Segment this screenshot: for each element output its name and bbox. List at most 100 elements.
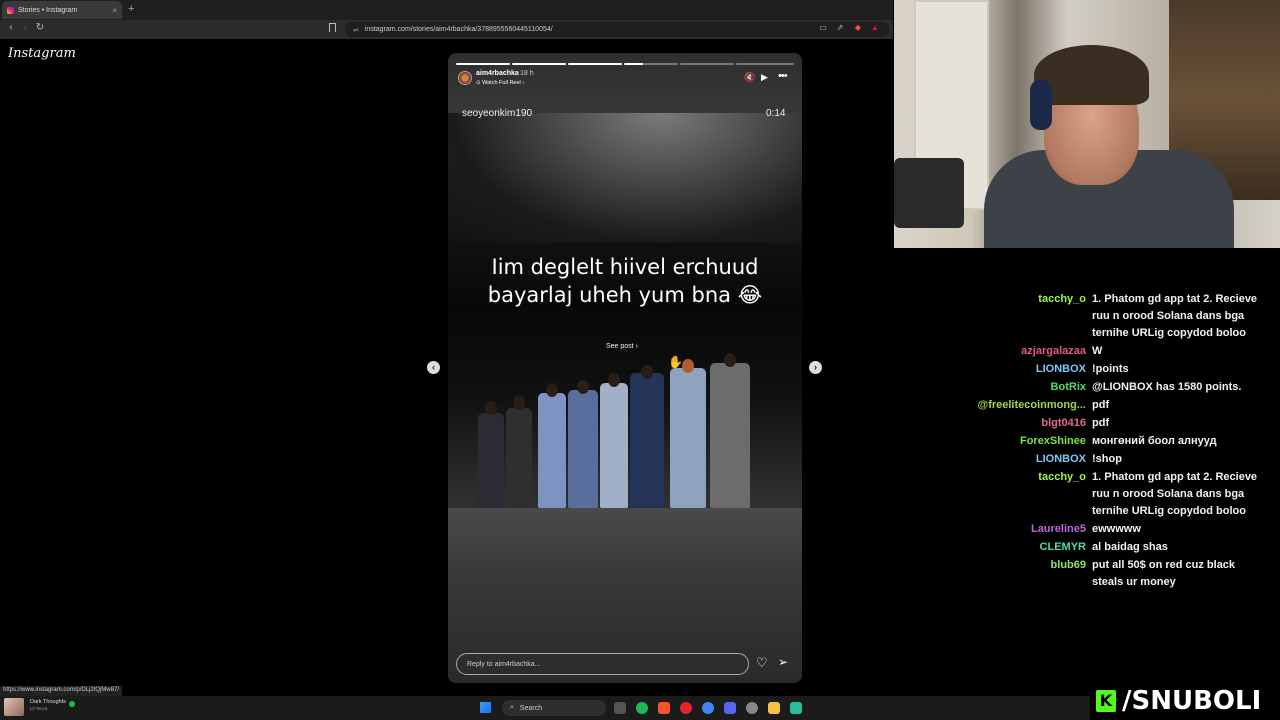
watch-full-reel-label: Watch Full Reel bbox=[482, 80, 521, 86]
story-caption: Iim deglelt hiivel erchuud bayarlaj uheh… bbox=[468, 253, 782, 309]
tab-bar: Stories • Instagram × + bbox=[0, 0, 893, 20]
video-duration: 0:14 bbox=[766, 108, 786, 119]
chat-message: azjargalazaa W bbox=[960, 343, 1260, 360]
previous-story-button[interactable]: ‹ bbox=[427, 361, 440, 374]
heart-icon[interactable]: ♡ bbox=[756, 655, 768, 671]
brand-name: /SNUBOLI bbox=[1122, 686, 1262, 716]
file-explorer-icon[interactable] bbox=[768, 702, 780, 714]
chat-username: CLEMYR bbox=[1039, 541, 1086, 553]
chat-message: BotRix @LIONBOX has 1580 points. bbox=[960, 379, 1260, 396]
watch-full-reel-link[interactable]: ⊙ Watch Full Reel › bbox=[476, 80, 524, 86]
chat-text: pdf bbox=[1092, 399, 1110, 411]
brave-shield-icon[interactable]: ◆ bbox=[853, 23, 863, 33]
discord-icon[interactable] bbox=[724, 702, 736, 714]
back-arrow-icon[interactable]: ‹ bbox=[4, 22, 18, 33]
tab-title: Stories • Instagram bbox=[18, 6, 78, 14]
caption-line-2: bayarlaj uheh yum bna 😂 bbox=[487, 283, 763, 307]
chat-message: CLEMYR al baidag shas bbox=[960, 539, 1260, 556]
spotify-icon[interactable] bbox=[636, 702, 648, 714]
story-time: 18 h bbox=[520, 70, 534, 77]
chat-text: 1. Phatom gd app tat 2. Recieve ruu n or… bbox=[1092, 471, 1258, 517]
stream-chat: tacchy_o 1. Phatom gd app tat 2. Recieve … bbox=[960, 291, 1260, 592]
chat-text: pdf bbox=[1092, 417, 1110, 429]
story-progress-current bbox=[624, 63, 678, 65]
chat-username: @freelitecoinmong... bbox=[977, 399, 1086, 411]
opera-icon[interactable] bbox=[680, 702, 692, 714]
play-icon[interactable]: ▶ bbox=[761, 72, 768, 83]
chat-message: blgt0416 pdf bbox=[960, 415, 1260, 432]
channel-brand: K /SNUBOLI bbox=[1090, 682, 1280, 720]
chat-message: blub69 put all 50$ on red cuz black steal… bbox=[960, 557, 1260, 591]
chat-message: tacchy_o 1. Phatom gd app tat 2. Recieve … bbox=[960, 469, 1260, 520]
site-settings-icon[interactable]: ⇌ bbox=[353, 26, 359, 34]
reload-icon[interactable]: ↻ bbox=[33, 22, 47, 33]
chat-text: al baidag shas bbox=[1092, 541, 1168, 553]
chat-message: tacchy_o 1. Phatom gd app tat 2. Recieve … bbox=[960, 291, 1260, 342]
chat-message: LIONBOX !shop bbox=[960, 451, 1260, 468]
search-label: Search bbox=[519, 704, 543, 712]
now-playing-artist: Lil Tecca bbox=[30, 706, 48, 711]
chat-text: @LIONBOX has 1580 points. bbox=[1092, 381, 1242, 393]
webcam-feed bbox=[894, 0, 1280, 248]
reply-input[interactable]: Reply to aim4rbachka... bbox=[456, 653, 749, 675]
story-progress-segment bbox=[512, 63, 566, 65]
chat-text: ewwwww bbox=[1092, 523, 1141, 535]
chat-message: LIONBOX !points bbox=[960, 361, 1260, 378]
bookmark-icon[interactable] bbox=[329, 23, 336, 32]
stadium-roof bbox=[448, 113, 802, 243]
story-viewer[interactable]: aim4rbachka 18 h ⊙ Watch Full Reel › 🔇 ▶… bbox=[448, 53, 802, 683]
address-bar[interactable]: ⇌ instagram.com/stories/aim4rbachka/3788… bbox=[345, 22, 890, 37]
chat-message: Laureline5 ewwwww bbox=[960, 521, 1260, 538]
next-story-button[interactable]: › bbox=[809, 361, 822, 374]
send-icon[interactable]: ➢ bbox=[778, 655, 788, 669]
chat-text: W bbox=[1092, 345, 1103, 357]
see-post-link[interactable]: See post › bbox=[606, 343, 638, 350]
task-view-icon[interactable] bbox=[614, 702, 626, 714]
chat-username: tacchy_o bbox=[1038, 293, 1086, 305]
chat-username: tacchy_o bbox=[1038, 471, 1086, 483]
search-icon: ⌕ bbox=[510, 704, 514, 711]
caption-line-1: Iim deglelt hiivel erchuud bbox=[491, 255, 759, 279]
chat-username: blgt0416 bbox=[1041, 417, 1086, 429]
new-tab-button[interactable]: + bbox=[128, 3, 134, 15]
tab-instagram[interactable]: Stories • Instagram × bbox=[2, 1, 122, 19]
mute-icon[interactable]: 🔇 bbox=[744, 72, 755, 83]
chat-message: @freelitecoinmong... pdf bbox=[960, 397, 1260, 414]
hand-cursor-icon: ✋ bbox=[668, 355, 683, 369]
story-progress-segment bbox=[456, 63, 510, 65]
story-progress-segment bbox=[568, 63, 622, 65]
instagram-logo[interactable]: Instagram bbox=[8, 46, 76, 61]
chat-text: монгөний боол алнууд bbox=[1092, 435, 1217, 447]
see-post-label: See post bbox=[606, 343, 634, 350]
status-url: https://www.instagram.com/p/DLj2tQjMw87/ bbox=[0, 686, 123, 696]
brave-browser-icon[interactable] bbox=[658, 702, 670, 714]
taskbar-search[interactable]: ⌕ Search bbox=[502, 700, 606, 716]
chat-username: blub69 bbox=[1050, 559, 1086, 571]
kick-logo-icon: K bbox=[1096, 690, 1116, 712]
cast-icon[interactable]: ▭ bbox=[818, 23, 828, 33]
app-icon[interactable] bbox=[790, 702, 802, 714]
brave-rewards-icon[interactable]: ▲ bbox=[870, 23, 880, 33]
forward-arrow-icon[interactable]: › bbox=[18, 22, 32, 33]
chat-text: put all 50$ on red cuz black steals ur m… bbox=[1092, 559, 1236, 588]
creator-tag: seoyeonkim190 bbox=[462, 108, 533, 119]
background-bin bbox=[894, 158, 964, 228]
close-tab-icon[interactable]: × bbox=[112, 6, 117, 15]
avatar[interactable] bbox=[458, 71, 472, 85]
share-icon[interactable]: ⇗ bbox=[835, 23, 845, 33]
story-progress-segment bbox=[736, 63, 794, 65]
more-options-icon[interactable]: ••• bbox=[778, 70, 788, 82]
chat-message: ForexShinee монгөний боол алнууд bbox=[960, 433, 1260, 450]
url-text: instagram.com/stories/aim4rbachka/378895… bbox=[364, 26, 553, 33]
chrome-icon[interactable] bbox=[702, 702, 714, 714]
chat-username: BotRix bbox=[1050, 381, 1086, 393]
chat-username: LIONBOX bbox=[1035, 363, 1086, 375]
chat-text: !points bbox=[1092, 363, 1129, 375]
story-username[interactable]: aim4rbachka bbox=[476, 70, 519, 77]
now-playing-thumbnail[interactable] bbox=[4, 698, 24, 716]
spotify-status-icon bbox=[69, 701, 75, 707]
headphones bbox=[1030, 80, 1052, 130]
windows-start-icon[interactable] bbox=[480, 702, 491, 713]
obs-icon[interactable] bbox=[746, 702, 758, 714]
chat-text: 1. Phatom gd app tat 2. Recieve ruu n or… bbox=[1092, 293, 1258, 339]
